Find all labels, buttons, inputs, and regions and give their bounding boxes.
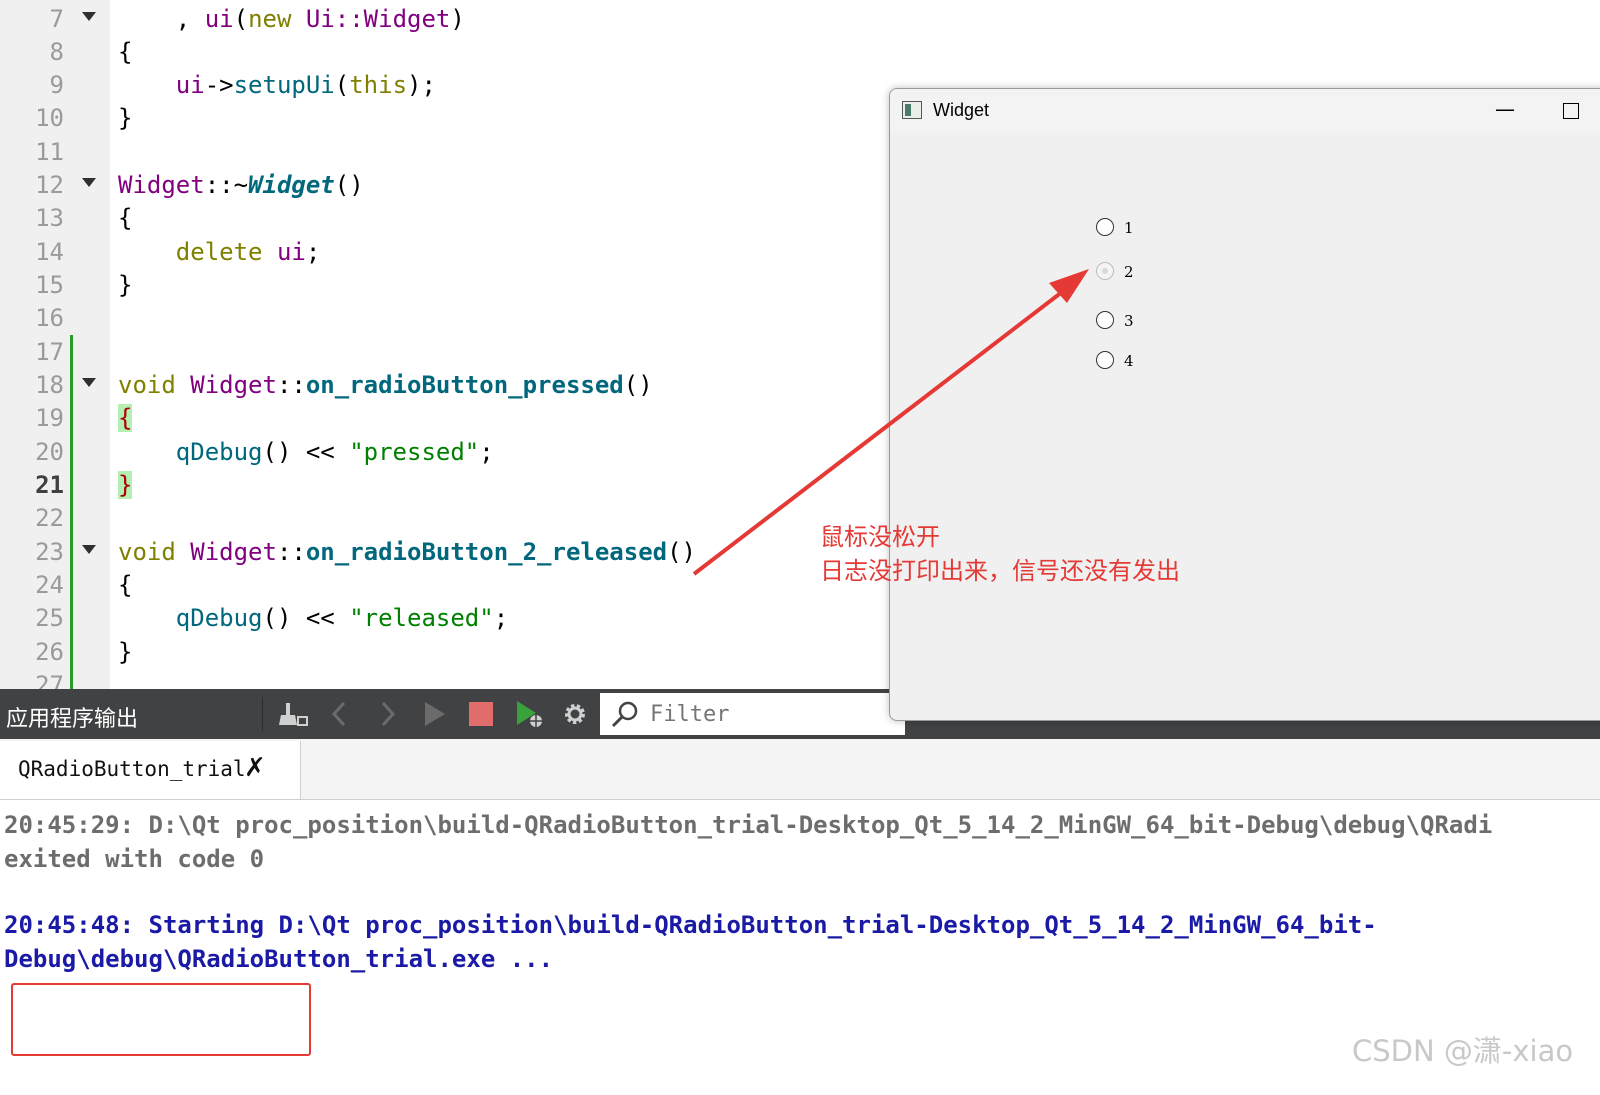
fold-arrow-icon[interactable] xyxy=(82,378,96,387)
watermark: CSDN @潇-xiao xyxy=(1352,1034,1574,1068)
code-line-26: } xyxy=(118,638,133,666)
line-number: 8 xyxy=(49,38,64,66)
empty-log-highlight-box xyxy=(11,983,311,1056)
fold-arrow-icon[interactable] xyxy=(82,545,96,554)
log-line: 20:45:29: D:\Qt proc_position\build-QRad… xyxy=(4,811,1493,839)
line-number: 11 xyxy=(35,138,64,166)
line-number: 19 xyxy=(35,404,64,432)
radio-button-3[interactable] xyxy=(1096,311,1114,329)
line-number: 15 xyxy=(35,271,64,299)
stop-icon[interactable] xyxy=(466,699,496,729)
maximize-button[interactable] xyxy=(1563,103,1579,119)
code-line-24: { xyxy=(118,571,133,599)
line-number: 14 xyxy=(35,238,64,266)
widget-window[interactable]: Widget — 1 2 3 4 xyxy=(889,88,1600,721)
annotation-text: 日志没打印出来，信号还没有发出 xyxy=(820,557,1180,585)
previous-item-icon[interactable] xyxy=(325,699,355,729)
rerun-icon[interactable] xyxy=(420,699,450,729)
radio-button-2[interactable] xyxy=(1096,262,1114,280)
code-line-25: qDebug() << "released"; xyxy=(175,604,509,632)
tab-label: QRadioButton_trial xyxy=(18,757,246,781)
annotation-text: 鼠标没松开 xyxy=(820,523,940,551)
minimize-button[interactable]: — xyxy=(1495,97,1515,121)
line-number: 12 xyxy=(35,171,64,199)
matched-brace: { xyxy=(118,404,133,432)
code-line-23: void Widget::on_radioButton_2_released() xyxy=(118,538,696,566)
line-number: 24 xyxy=(35,571,64,599)
line-number: 13 xyxy=(35,204,64,232)
filter-input[interactable] xyxy=(650,700,890,728)
code-line-18: void Widget::on_radioButton_pressed() xyxy=(118,371,653,399)
radio-label: 2 xyxy=(1124,263,1134,281)
log-line: exited with code 0 xyxy=(4,845,265,873)
filter-field[interactable] xyxy=(600,693,905,735)
code-line-7: , ui(new Ui::Widget) xyxy=(118,5,465,33)
line-number: 20 xyxy=(35,438,64,466)
log-line: Debug\debug\QRadioButton_trial.exe ... xyxy=(4,945,554,973)
line-number: 9 xyxy=(49,71,64,99)
code-line-9: ui->setupUi(this); xyxy=(175,71,436,99)
code-line-19: { xyxy=(118,401,133,435)
line-number: 22 xyxy=(35,504,64,532)
output-pane-title: 应用程序输出 xyxy=(6,707,139,732)
code-line-13: { xyxy=(118,204,133,232)
line-number: 16 xyxy=(35,304,64,332)
line-number: 18 xyxy=(35,371,64,399)
change-marker-bar xyxy=(70,335,73,705)
line-number: 7 xyxy=(49,5,64,33)
code-line-14: delete ui; xyxy=(175,238,321,266)
code-line-15: } xyxy=(118,271,133,299)
line-number: 26 xyxy=(35,638,64,666)
line-number: 17 xyxy=(35,338,64,366)
window-title: Widget xyxy=(933,100,990,120)
code-line-20: qDebug() << "pressed"; xyxy=(175,438,494,466)
clear-output-icon[interactable] xyxy=(278,699,308,729)
output-tab-strip: QRadioButton_trial ✗ xyxy=(0,739,1600,800)
radio-label: 1 xyxy=(1124,219,1134,237)
current-line-number: 21 xyxy=(35,471,64,499)
line-number: 25 xyxy=(35,604,64,632)
toolbar-separator xyxy=(262,697,263,731)
next-item-icon[interactable] xyxy=(372,699,402,729)
line-number: 10 xyxy=(35,104,64,132)
radio-label: 3 xyxy=(1124,312,1134,330)
radio-button-1[interactable] xyxy=(1096,218,1114,236)
debug-run-icon[interactable] xyxy=(514,699,544,729)
fold-arrow-icon[interactable] xyxy=(82,12,96,21)
code-line-21: } xyxy=(118,468,133,502)
log-line: 20:45:48: Starting D:\Qt proc_position\b… xyxy=(4,911,1377,939)
app-window-icon xyxy=(902,101,922,119)
code-line-8: { xyxy=(118,38,133,66)
window-titlebar[interactable]: Widget — xyxy=(890,89,1600,133)
code-line-10: } xyxy=(118,104,133,132)
matched-brace: } xyxy=(118,471,133,499)
line-number-gutter: 7 8 9 10 11 12 13 14 15 16 17 18 19 20 2… xyxy=(0,0,110,705)
close-icon[interactable]: ✗ xyxy=(244,753,266,783)
fold-arrow-icon[interactable] xyxy=(82,178,96,187)
tab-qradiobutton-trial[interactable]: QRadioButton_trial ✗ xyxy=(0,741,301,799)
search-icon xyxy=(611,701,638,728)
line-number: 23 xyxy=(35,538,64,566)
radio-button-4[interactable] xyxy=(1096,351,1114,369)
settings-gear-icon[interactable] xyxy=(560,699,590,729)
code-line-12: Widget::~Widget() xyxy=(118,171,364,199)
radio-label: 4 xyxy=(1124,352,1134,370)
